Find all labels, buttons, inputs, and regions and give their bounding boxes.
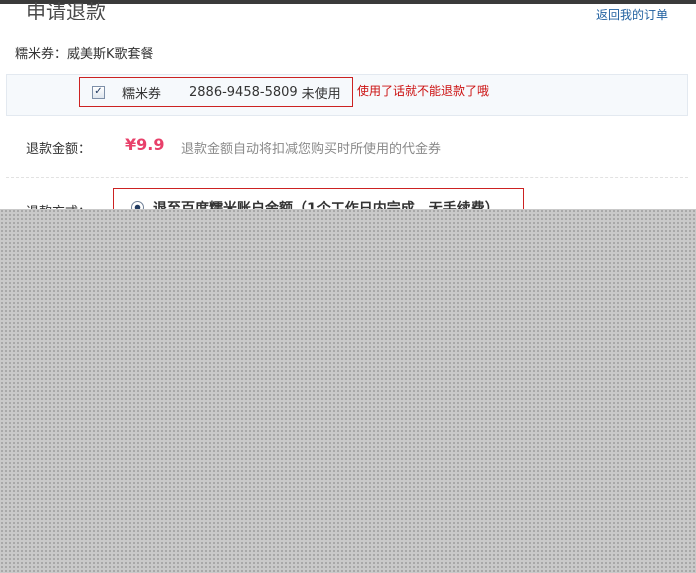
refund-amount-note: 退款金额自动将扣减您购买时所使用的代金券 [181,142,442,157]
page-title: 申请退款 [26,0,106,20]
coupon-code: 2886-9458-5809 [189,84,298,100]
coupon-status: 未使用 [301,86,341,102]
coupon-select-box: ✓ 糯米券 2886-9458-5809 未使用 [79,77,353,107]
dotted-cover-overlay [0,209,696,573]
refund-page: 申请退款 返回我的订单 糯米券：威美斯K歌套餐 ✓ 糯米券 2886-9458-… [0,0,696,573]
coupon-product-heading: 糯米券：威美斯K歌套餐 [15,47,154,62]
coupon-label: 糯米券 [122,86,162,102]
section-divider [6,177,688,178]
coupon-annotation: 使用了话就不能退款了哦 [357,84,490,98]
back-to-orders-link[interactable]: 返回我的订单 [596,6,668,23]
refund-amount-value: ¥9.9 [125,135,165,154]
refund-amount-label: 退款金额： [26,142,92,157]
coupon-checkbox[interactable]: ✓ [92,85,105,99]
